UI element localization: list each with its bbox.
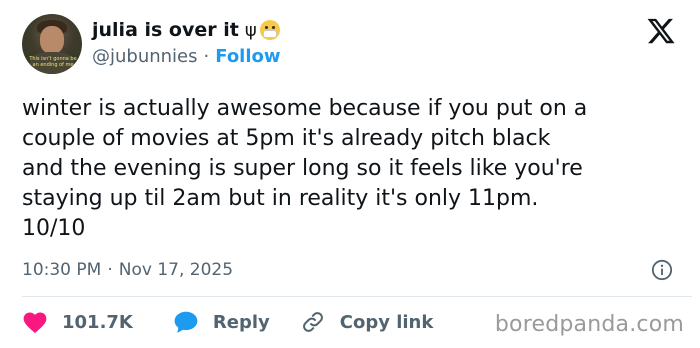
like-button[interactable]: 101.7K [22, 310, 133, 334]
watermark: boredpanda.com [494, 312, 684, 337]
handle-separator: · [203, 46, 210, 67]
x-logo-icon[interactable] [646, 16, 676, 46]
reply-button[interactable]: Reply [173, 310, 270, 334]
tweet-time: 10:30 PM [22, 260, 102, 280]
copy-link-label: Copy link [339, 311, 434, 333]
name-symbol: ψ [244, 19, 257, 41]
reply-bubble-icon [174, 311, 198, 333]
tweet-text: winter is actually awesome because if yo… [22, 96, 588, 241]
link-icon [302, 312, 323, 332]
divider [22, 296, 692, 297]
avatar[interactable]: This isn't gonna be an ending of me [22, 14, 82, 74]
follow-button[interactable]: Follow [215, 46, 280, 67]
like-count: 101.7K [62, 311, 133, 333]
author-handle[interactable]: @jubunnies [92, 46, 198, 67]
author-name-row: julia is over it ψ [92, 16, 280, 44]
timestamp-separator: · [107, 260, 113, 280]
face-with-medical-mask-icon [259, 20, 280, 40]
info-icon[interactable] [651, 259, 673, 281]
display-name[interactable]: julia is over it [92, 19, 239, 41]
tweet-actions: 101.7K Reply Copy link [22, 308, 463, 336]
reply-label: Reply [212, 311, 270, 333]
copy-link-button[interactable]: Copy link [300, 310, 434, 334]
avatar-caption: This isn't gonna be an ending of me [29, 56, 77, 68]
tweet-card: This isn't gonna be an ending of me juli… [0, 0, 700, 348]
tweet-date: Nov 17, 2025 [118, 260, 234, 280]
heart-icon [23, 312, 47, 334]
tweet-timestamp[interactable]: 10:30 PM · Nov 17, 2025 [22, 258, 233, 282]
handle-row: @jubunnies · Follow [92, 46, 281, 67]
